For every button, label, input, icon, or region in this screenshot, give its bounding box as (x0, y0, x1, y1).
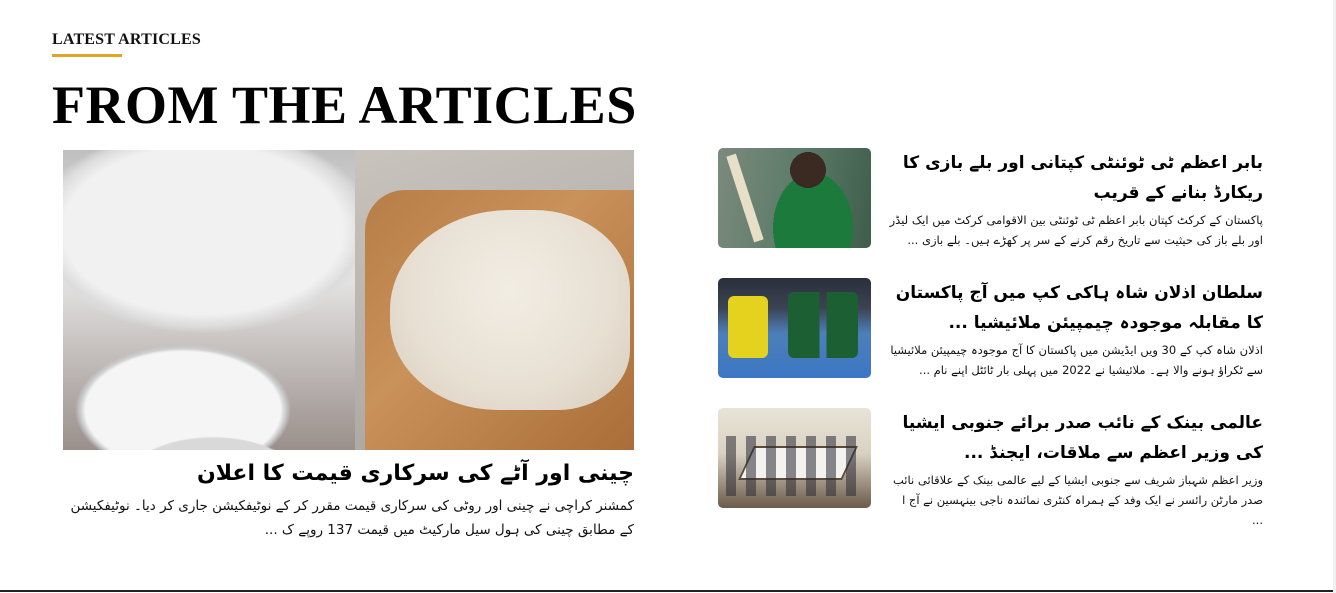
article-excerpt: اذلان شاہ کپ کے 30 ویں ایڈیشن میں پاکستا… (890, 343, 1263, 377)
article-text: عالمی بینک کے نائب صدر برائے جنوبی ایشیا… (888, 408, 1263, 530)
article-title[interactable]: بابر اعظم ٹی ٹوئنٹی کپتانی اور بلے بازی … (888, 148, 1263, 208)
featured-article-title[interactable]: چینی اور آٹے کی سرکاری قیمت کا اعلان (63, 458, 634, 490)
featured-article-image[interactable] (63, 150, 634, 450)
article-excerpt: وزیر اعظم شہباز شریف سے جنوبی ایشیا کے ل… (893, 473, 1263, 527)
article-title[interactable]: سلطان اذلان شاہ ہاکی کپ میں آج پاکستان ک… (888, 278, 1263, 338)
featured-article-excerpt: کمشنر کراچی نے چینی اور روٹی کی سرکاری ق… (70, 498, 634, 538)
article-excerpt: پاکستان کے کرکٹ کپتان بابر اعظم ٹی ٹوئنٹ… (889, 213, 1263, 247)
article-text: بابر اعظم ٹی ٹوئنٹی کپتانی اور بلے بازی … (888, 148, 1263, 250)
article-thumbnail[interactable] (718, 148, 871, 248)
list-item[interactable]: بابر اعظم ٹی ٹوئنٹی کپتانی اور بلے بازی … (718, 148, 1263, 278)
featured-article[interactable]: چینی اور آٹے کی سرکاری قیمت کا اعلان کمش… (63, 150, 634, 542)
flour-image (355, 150, 634, 450)
list-item[interactable]: سلطان اذلان شاہ ہاکی کپ میں آج پاکستان ک… (718, 278, 1263, 408)
article-list: بابر اعظم ٹی ٹوئنٹی کپتانی اور بلے بازی … (718, 148, 1263, 538)
page-title: FROM THE ARTICLES (52, 75, 637, 135)
section-label: LATEST ARTICLES (52, 31, 202, 48)
list-item[interactable]: عالمی بینک کے نائب صدر برائے جنوبی ایشیا… (718, 408, 1263, 538)
article-title[interactable]: عالمی بینک کے نائب صدر برائے جنوبی ایشیا… (888, 408, 1264, 468)
article-thumbnail[interactable] (718, 408, 871, 508)
section-underline (52, 54, 122, 57)
article-text: سلطان اذلان شاہ ہاکی کپ میں آج پاکستان ک… (888, 278, 1263, 380)
footer-divider (0, 590, 1336, 592)
sugar-image (63, 150, 355, 450)
article-thumbnail[interactable] (718, 278, 871, 378)
